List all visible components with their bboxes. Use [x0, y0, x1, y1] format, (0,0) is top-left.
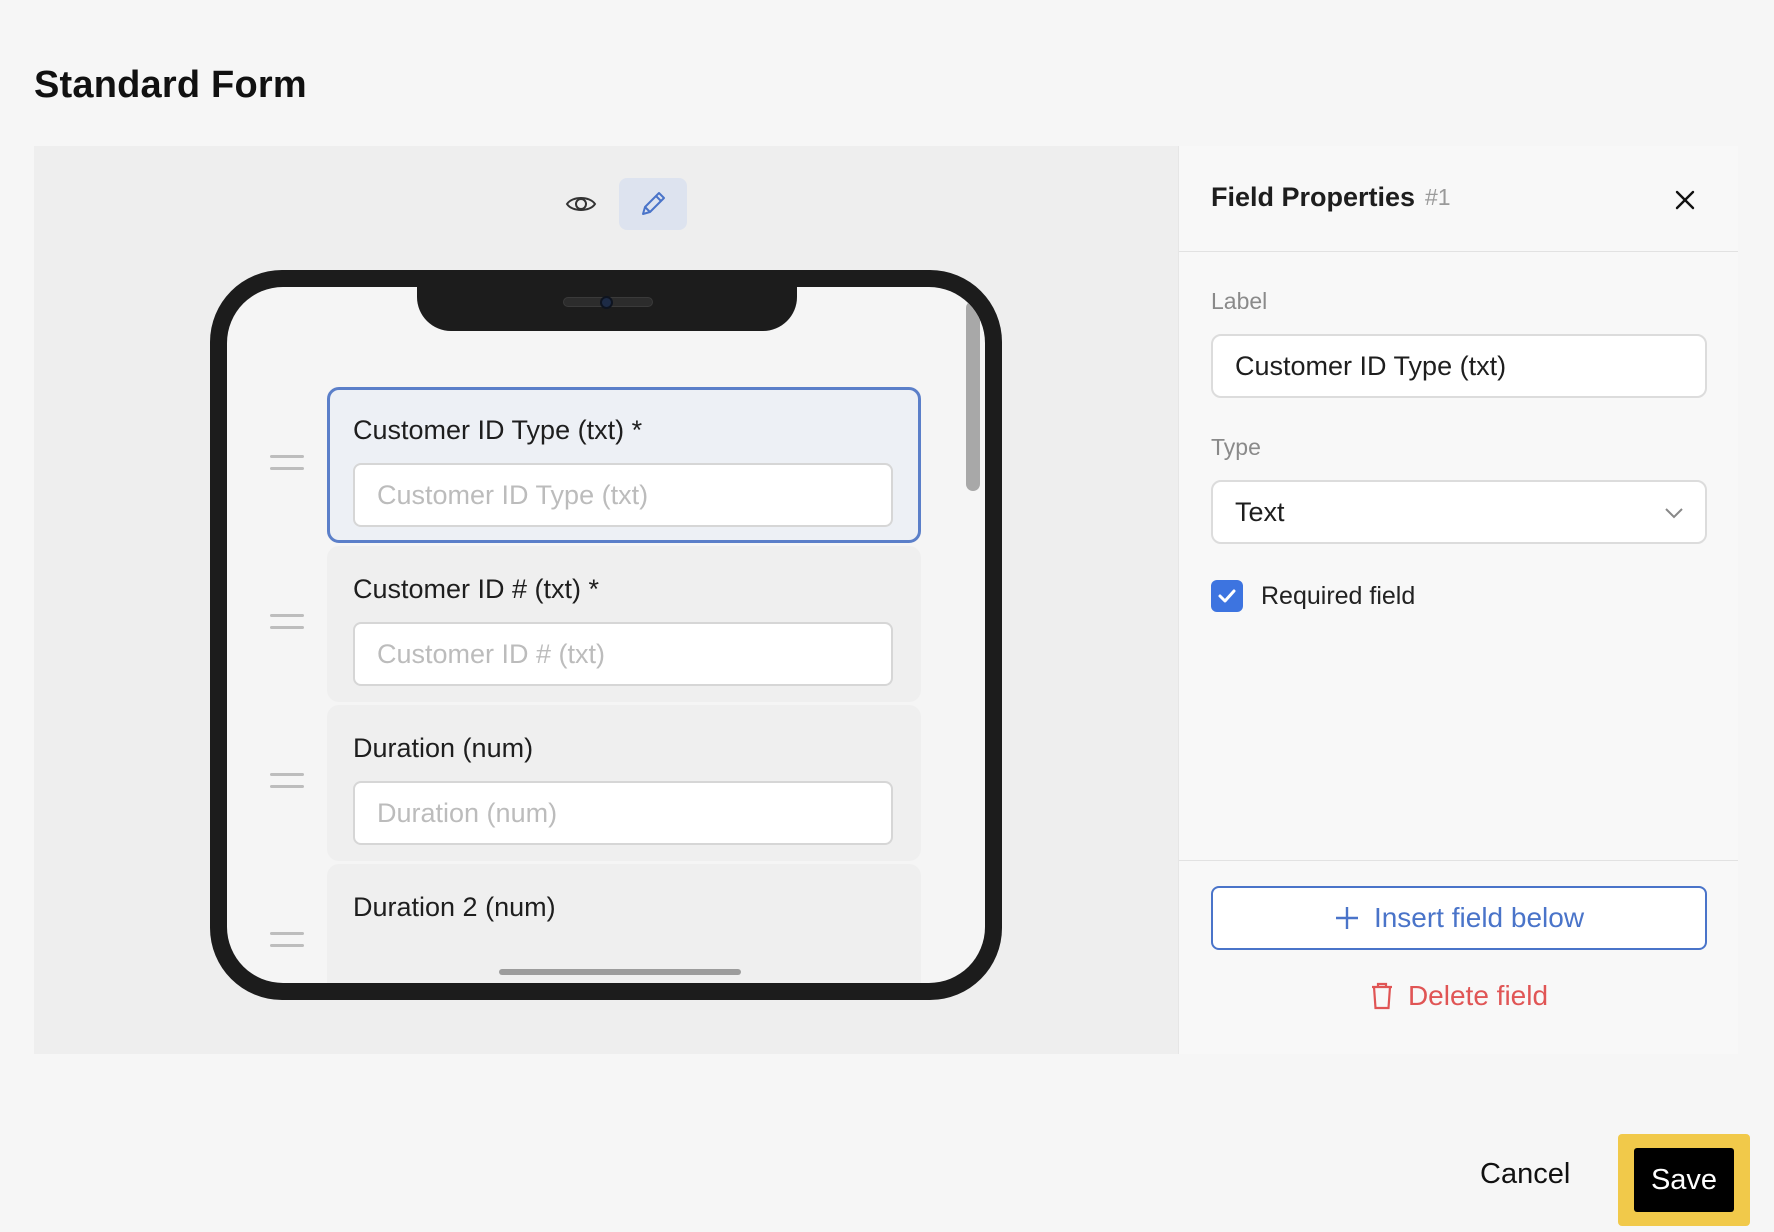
- type-caption: Type: [1211, 434, 1261, 460]
- form-field-row: Customer ID Type (txt) *: [227, 387, 985, 543]
- home-indicator: [499, 969, 741, 975]
- form-canvas: Customer ID Type (txt) * Customer ID # (…: [34, 146, 1178, 1054]
- camera-icon: [600, 296, 613, 309]
- form-field-input[interactable]: [353, 622, 893, 686]
- form-field-card-selected[interactable]: Customer ID Type (txt) *: [327, 387, 921, 543]
- insert-field-below-button[interactable]: Insert field below: [1211, 886, 1707, 950]
- form-field-label: Duration (num): [353, 733, 534, 763]
- field-id-badge: #1: [1425, 184, 1451, 210]
- plus-icon: [1335, 907, 1358, 929]
- save-button[interactable]: Save: [1634, 1148, 1734, 1212]
- type-select[interactable]: Text: [1211, 480, 1707, 544]
- required-field-label: Required field: [1261, 581, 1416, 610]
- phone-notch: [417, 287, 797, 331]
- eye-icon: [565, 197, 597, 211]
- cancel-button[interactable]: Cancel: [1480, 1158, 1570, 1191]
- panel-title: Field Properties: [1211, 182, 1416, 212]
- drag-handle-icon[interactable]: [270, 932, 304, 950]
- form-field-label: Customer ID Type (txt) *: [353, 415, 643, 445]
- form-field-card[interactable]: Duration 2 (num): [327, 864, 921, 983]
- form-field-input[interactable]: [353, 463, 893, 527]
- label-input[interactable]: [1211, 334, 1707, 398]
- delete-field-label: Delete field: [1407, 980, 1549, 1011]
- pencil-icon: [642, 192, 665, 215]
- phone-frame: Customer ID Type (txt) * Customer ID # (…: [210, 270, 1002, 1000]
- page-title: Standard Form: [34, 64, 307, 106]
- drag-handle-icon[interactable]: [270, 455, 304, 473]
- required-field-toggle[interactable]: Required field: [1211, 580, 1415, 612]
- field-properties-panel: Field Properties #1 Label Type Text Requ…: [1178, 146, 1738, 1054]
- close-panel-button[interactable]: [1665, 180, 1705, 220]
- form-field-card[interactable]: Duration (num): [327, 705, 921, 861]
- trash-icon: [1371, 982, 1392, 1010]
- form-field-row: Duration 2 (num): [227, 864, 985, 983]
- panel-divider: [1179, 860, 1738, 861]
- form-field-input[interactable]: [353, 781, 893, 845]
- drag-handle-icon[interactable]: [270, 614, 304, 632]
- label-caption: Label: [1211, 288, 1268, 314]
- form-field-label: Customer ID # (txt) *: [353, 574, 600, 604]
- delete-field-button[interactable]: Delete field: [1211, 966, 1707, 1026]
- type-select-value: Text: [1235, 496, 1285, 527]
- drag-handle-icon[interactable]: [270, 773, 304, 791]
- edit-mode-button[interactable]: [619, 178, 687, 230]
- chevron-down-icon: [1665, 508, 1683, 519]
- close-icon: [1675, 190, 1695, 210]
- form-field-label: Duration 2 (num): [353, 892, 556, 922]
- form-field-row: Customer ID # (txt) *: [227, 546, 985, 702]
- phone-screen: Customer ID Type (txt) * Customer ID # (…: [227, 287, 985, 983]
- insert-field-label: Insert field below: [1373, 902, 1585, 933]
- form-field-card[interactable]: Customer ID # (txt) *: [327, 546, 921, 702]
- checkmark-icon: [1218, 589, 1236, 603]
- preview-mode-button[interactable]: [547, 178, 615, 230]
- vertical-scrollbar[interactable]: [966, 301, 980, 491]
- required-checkbox[interactable]: [1211, 580, 1243, 612]
- form-field-row: Duration (num): [227, 705, 985, 861]
- mode-toggle: [547, 178, 687, 230]
- panel-header: Field Properties #1: [1179, 146, 1738, 252]
